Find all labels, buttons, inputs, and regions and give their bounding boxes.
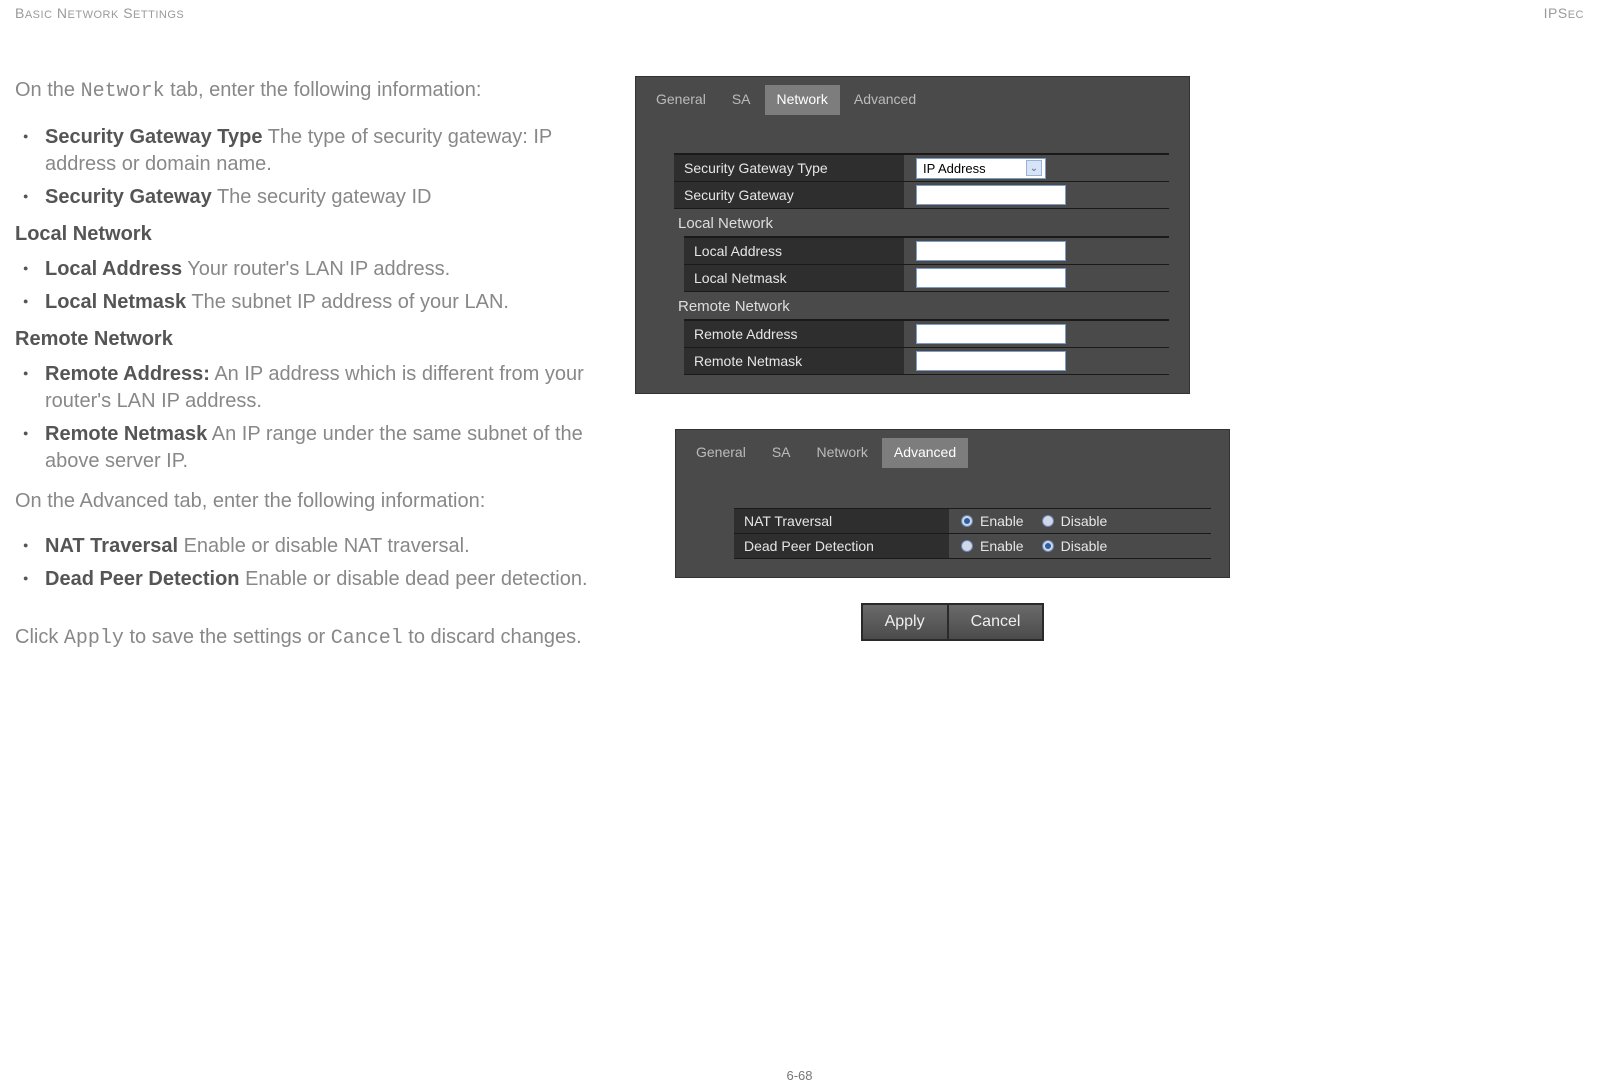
text: to save the settings or (124, 626, 331, 648)
term: Local Netmask (45, 291, 186, 313)
term: Security Gateway Type (45, 126, 263, 148)
bullet-local-addr: Local Address Your router's LAN IP addre… (15, 256, 595, 283)
tab-general[interactable]: General (684, 438, 758, 468)
doc-text-column: On the Network tab, enter the following … (15, 76, 635, 671)
tabs: General SA Network Advanced (636, 77, 1189, 115)
radio-label: Enable (980, 538, 1024, 554)
bullet-dpd: Dead Peer Detection Enable or disable de… (15, 566, 595, 593)
tab-network[interactable]: Network (805, 438, 880, 468)
select-value: IP Address (923, 161, 986, 176)
label-nat: NAT Traversal (734, 508, 949, 533)
intro-network: On the Network tab, enter the following … (15, 76, 595, 106)
group-header-local: Local Network (674, 211, 1169, 236)
radio-dpd-disable[interactable]: Disable (1042, 538, 1108, 554)
network-word: Network (81, 80, 165, 103)
intro-advanced: On the Advanced tab, enter the following… (15, 487, 595, 515)
chevron-down-icon: ⌄ (1026, 160, 1042, 176)
tab-advanced[interactable]: Advanced (882, 438, 968, 468)
text: Click (15, 626, 64, 648)
term: Remote Netmask (45, 423, 207, 445)
header-right: IPSEC (1544, 5, 1584, 21)
desc: Enable or disable dead peer detection. (240, 568, 588, 590)
label-remote-addr: Remote Address (684, 320, 904, 347)
label-sg: Security Gateway (674, 181, 904, 208)
term: Local Address (45, 258, 182, 280)
tab-network[interactable]: Network (765, 85, 840, 115)
page-number: 6-68 (786, 1068, 812, 1083)
tab-sa[interactable]: SA (760, 438, 803, 468)
heading-remote-network: Remote Network (15, 328, 595, 351)
radio-icon (961, 515, 973, 527)
radio-icon (1042, 515, 1054, 527)
radio-icon (1042, 540, 1054, 552)
input-local-mask[interactable] (916, 268, 1066, 288)
radio-label: Disable (1061, 513, 1108, 529)
group-header-remote: Remote Network (674, 294, 1169, 319)
bullet-remote-addr: Remote Address: An IP address which is d… (15, 361, 595, 415)
label-sg-type: Security Gateway Type (674, 154, 904, 181)
radio-label: Disable (1061, 538, 1108, 554)
text: On the (15, 79, 81, 101)
heading-local-network: Local Network (15, 223, 595, 246)
bullet-sg: Security Gateway The security gateway ID (15, 184, 595, 211)
bullet-sg-type: Security Gateway Type The type of securi… (15, 124, 595, 178)
tab-general[interactable]: General (644, 85, 718, 115)
term: Dead Peer Detection (45, 568, 240, 590)
radio-nat-enable[interactable]: Enable (961, 513, 1024, 529)
page-header: BASIC NETWORK SETTINGS IPSEC (15, 0, 1584, 21)
tab-sa[interactable]: SA (720, 85, 763, 115)
term: NAT Traversal (45, 535, 178, 557)
label-local-mask: Local Netmask (684, 264, 904, 291)
button-bar: Apply Cancel (675, 603, 1230, 641)
header-left: BASIC NETWORK SETTINGS (15, 5, 184, 21)
apply-word: Apply (64, 627, 124, 650)
desc: The subnet IP address of your LAN. (186, 291, 509, 313)
input-local-addr[interactable] (916, 241, 1066, 261)
radio-nat-disable[interactable]: Disable (1042, 513, 1108, 529)
cancel-word: Cancel (331, 627, 403, 650)
bullet-local-mask: Local Netmask The subnet IP address of y… (15, 289, 595, 316)
desc: Enable or disable NAT traversal. (178, 535, 470, 557)
desc: The security gateway ID (212, 186, 432, 208)
bullet-remote-mask: Remote Netmask An IP range under the sam… (15, 421, 595, 475)
label-remote-mask: Remote Netmask (684, 347, 904, 374)
advanced-panel: General SA Network Advanced NAT Traversa… (675, 429, 1230, 578)
input-sg[interactable] (916, 185, 1066, 205)
text: to discard changes. (403, 626, 582, 648)
term: Security Gateway (45, 186, 212, 208)
radio-dpd-enable[interactable]: Enable (961, 538, 1024, 554)
apply-button[interactable]: Apply (862, 604, 948, 640)
click-instruction: Click Apply to save the settings or Canc… (15, 623, 595, 653)
radio-icon (961, 540, 973, 552)
label-dpd: Dead Peer Detection (734, 533, 949, 558)
radio-label: Enable (980, 513, 1024, 529)
select-sg-type[interactable]: IP Address ⌄ (916, 158, 1046, 179)
tab-advanced[interactable]: Advanced (842, 85, 928, 115)
text: tab, enter the following information: (165, 79, 482, 101)
term: Remote Address: (45, 363, 210, 385)
input-remote-addr[interactable] (916, 324, 1066, 344)
cancel-button[interactable]: Cancel (948, 604, 1044, 640)
label-local-addr: Local Address (684, 237, 904, 264)
network-panel: General SA Network Advanced Security Gat… (635, 76, 1190, 394)
tabs: General SA Network Advanced (676, 430, 1229, 468)
desc: Your router's LAN IP address. (182, 258, 450, 280)
bullet-nat: NAT Traversal Enable or disable NAT trav… (15, 533, 595, 560)
input-remote-mask[interactable] (916, 351, 1066, 371)
